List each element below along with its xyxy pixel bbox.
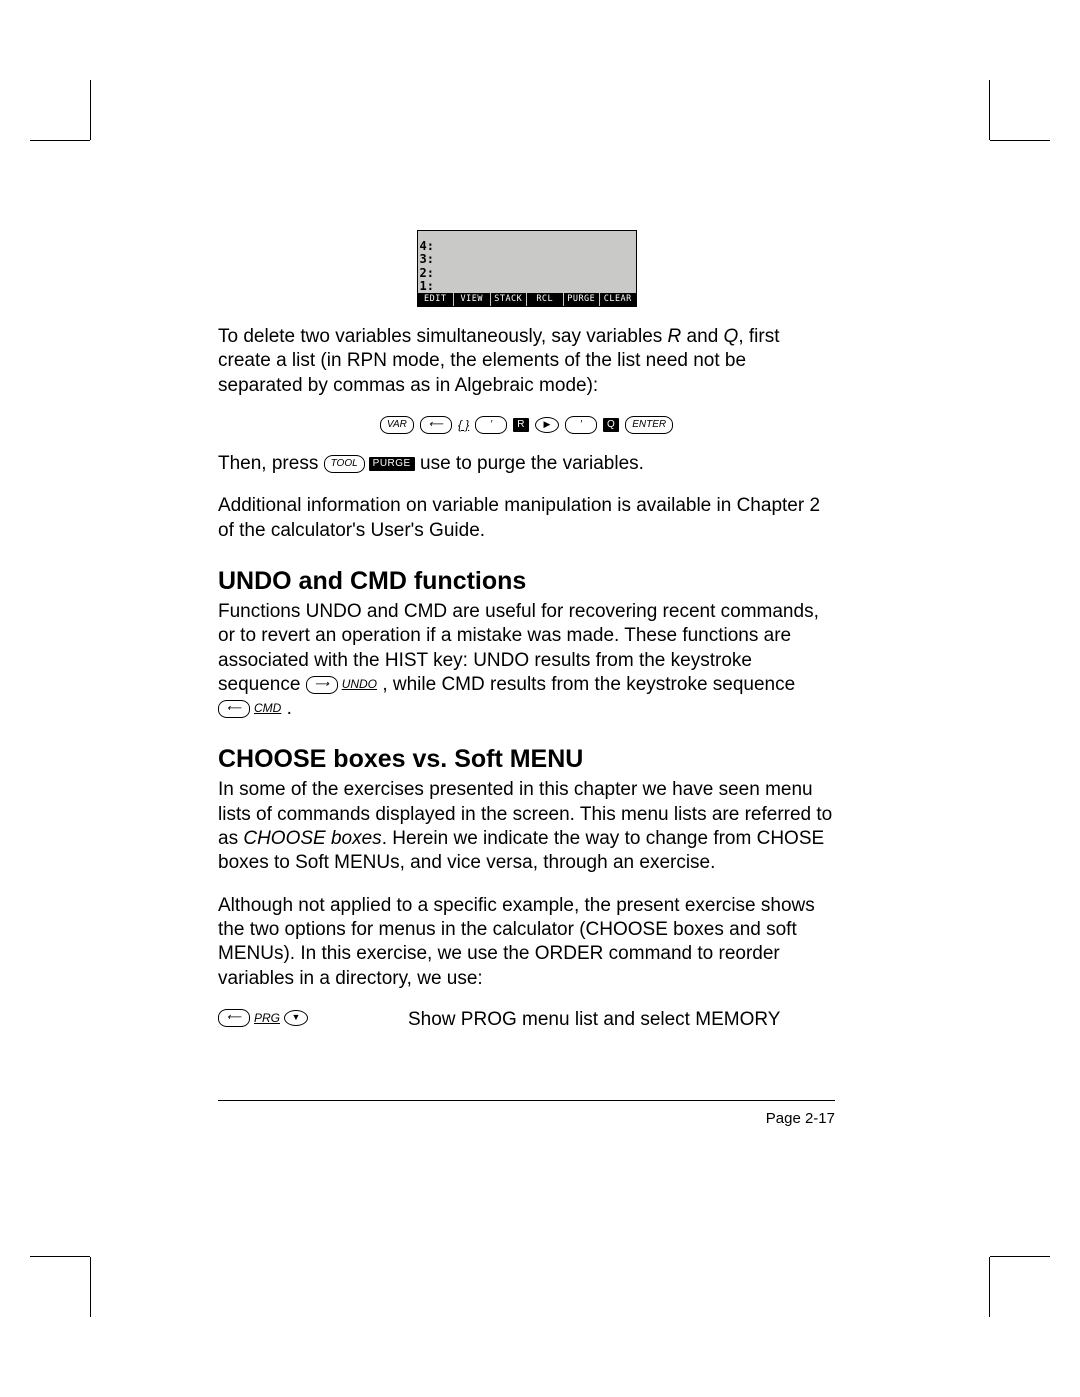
softmenu-item: CLEAR <box>600 293 636 306</box>
tool-key: TOOL <box>324 455 365 473</box>
stack-line: 2: <box>420 267 634 280</box>
stack-line: 4: <box>420 240 634 253</box>
softmenu-item: STACK <box>491 293 528 306</box>
softmenu-item: PURGE <box>564 293 601 306</box>
left-shift-key: ⟵ <box>218 700 250 718</box>
brace-label: { } <box>458 418 469 432</box>
crop-mark <box>990 1256 1050 1257</box>
calc-softmenu: EDIT VIEW STACK RCL PURGE CLEAR <box>418 293 636 306</box>
purge-softkey: PURGE <box>369 457 415 471</box>
softmenu-item: RCL <box>527 293 564 306</box>
crop-mark <box>989 80 990 140</box>
softmenu-item: VIEW <box>454 293 491 306</box>
softmenu-item: EDIT <box>418 293 455 306</box>
var-key: VAR <box>380 416 414 434</box>
paragraph: To delete two variables simultaneously, … <box>218 325 835 398</box>
crop-mark <box>30 1256 90 1257</box>
paragraph: Then, press TOOL PURGE use to purge the … <box>218 452 835 476</box>
calc-stack: 4: 3: 2: 1: <box>418 231 636 293</box>
prg-label: PRG <box>254 1011 280 1025</box>
footer-rule <box>218 1100 835 1101</box>
stack-line: 3: <box>420 253 634 266</box>
paragraph: Although not applied to a specific examp… <box>218 894 835 991</box>
heading-choose-vs-softmenu: CHOOSE boxes vs. Soft MENU <box>218 745 835 774</box>
down-arrow-key <box>284 1010 308 1026</box>
cmd-label: CMD <box>254 701 281 716</box>
key-sequence: VAR ⟵ { } ′ R ′ Q ENTER <box>218 416 835 434</box>
page-number: Page 2-17 <box>766 1110 835 1127</box>
soft-q-key: Q <box>603 418 619 432</box>
left-shift-key: ⟵ <box>218 1009 250 1027</box>
right-arrow-key <box>535 417 559 433</box>
tick-key: ′ <box>565 416 597 434</box>
crop-mark <box>90 1257 91 1317</box>
crop-mark <box>90 80 91 140</box>
heading-undo-cmd: UNDO and CMD functions <box>218 567 835 596</box>
undo-label: UNDO <box>342 677 377 692</box>
paragraph: In some of the exercises presented in th… <box>218 778 835 875</box>
crop-mark <box>989 1257 990 1317</box>
crop-mark <box>30 140 90 141</box>
page: 4: 3: 2: 1: EDIT VIEW STACK RCL PURGE CL… <box>0 0 1080 1397</box>
calculator-screen: 4: 3: 2: 1: EDIT VIEW STACK RCL PURGE CL… <box>417 230 637 307</box>
step-row: ⟵ PRG Show PROG menu list and select MEM… <box>218 1009 835 1031</box>
stack-line: 1: <box>420 280 634 293</box>
left-shift-key: ⟵ <box>420 416 452 434</box>
right-shift-key: ⟶ <box>306 676 338 694</box>
enter-key: ENTER <box>625 416 673 434</box>
paragraph: Additional information on variable manip… <box>218 494 835 543</box>
main-content: 4: 3: 2: 1: EDIT VIEW STACK RCL PURGE CL… <box>218 230 835 1031</box>
paragraph: Functions UNDO and CMD are useful for re… <box>218 600 835 722</box>
crop-mark <box>990 140 1050 141</box>
step-description: Show PROG menu list and select MEMORY <box>408 1009 780 1031</box>
tick-key: ′ <box>475 416 507 434</box>
soft-r-key: R <box>513 418 529 432</box>
